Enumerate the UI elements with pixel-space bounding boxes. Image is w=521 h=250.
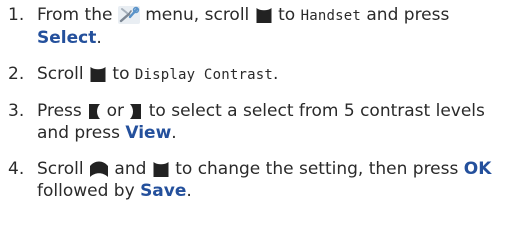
- step-number: 1.: [8, 5, 25, 25]
- settings-wrench-icon: [117, 6, 140, 24]
- step-text: followed by: [37, 181, 135, 201]
- left-key-icon: [87, 103, 101, 120]
- scroll-up-key-icon: [89, 161, 109, 178]
- step-number: 3.: [8, 101, 25, 121]
- step-text: Press: [37, 101, 82, 121]
- step-text: to change the setting, then press: [175, 159, 459, 179]
- step-text: Scroll: [37, 159, 84, 179]
- step-3: 3. Press or to select a select from 5 co…: [8, 100, 518, 144]
- step-2: 2. Scroll to Display Contrast.: [8, 63, 518, 86]
- step-1: 1. From the menu, scroll to Handset and …: [8, 4, 518, 49]
- step-text: Scroll: [37, 64, 84, 84]
- step-text: menu, scroll: [145, 5, 250, 25]
- step-text: and press: [366, 5, 450, 25]
- step-text: or: [106, 101, 124, 121]
- step-4: 4. Scroll and to change the setting, the…: [8, 158, 518, 202]
- step-number: 4.: [8, 159, 25, 179]
- step-text: .: [186, 181, 192, 201]
- step-text: .: [272, 64, 279, 84]
- step-text: to: [278, 5, 296, 25]
- right-key-icon: [129, 103, 143, 120]
- step-number: 2.: [8, 64, 25, 84]
- view-key-label: View: [125, 123, 172, 143]
- step-text: .: [171, 123, 177, 143]
- step-text: From the: [37, 5, 113, 25]
- save-key-label: Save: [140, 181, 187, 201]
- step-text: to select a select from 5 contrast level…: [37, 101, 485, 143]
- ok-key-label: OK: [463, 159, 492, 179]
- lcd-menu-label: Handset: [300, 8, 361, 24]
- scroll-down-key-icon: [89, 66, 107, 83]
- scroll-down-key-icon: [255, 7, 273, 24]
- step-text: .: [96, 28, 102, 48]
- select-key-label: Select: [37, 28, 97, 48]
- step-text: and: [114, 159, 147, 179]
- lcd-menu-label: Display Contrast: [134, 67, 273, 83]
- instruction-steps: 1. From the menu, scroll to Handset and …: [8, 4, 518, 202]
- scroll-down-key-icon: [152, 161, 170, 178]
- step-text: to: [112, 64, 130, 84]
